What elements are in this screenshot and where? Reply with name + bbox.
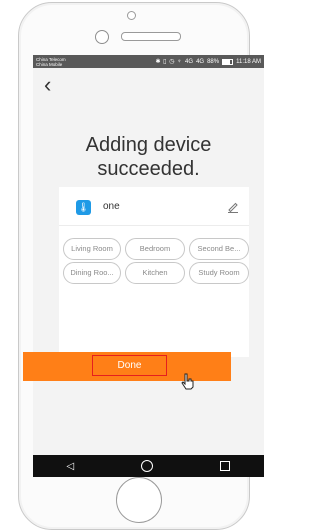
hardware-home-button[interactable] bbox=[116, 477, 162, 523]
status-icons: ✱ ▯ ◷ ♆ 4G 4G 88% 11:18 AM bbox=[155, 58, 261, 65]
speaker-grill-icon bbox=[121, 32, 181, 41]
page-title: Adding device succeeded. bbox=[85, 134, 212, 180]
status-bar: China Telecom China Mobile ✱ ▯ ◷ ♆ 4G 4G… bbox=[33, 55, 264, 68]
app-screen: China Telecom China Mobile ✱ ▯ ◷ ♆ 4G 4G… bbox=[33, 55, 264, 455]
back-chevron-icon[interactable]: ‹ bbox=[44, 74, 51, 96]
network-1: 4G bbox=[185, 58, 194, 65]
room-chip[interactable]: Dining Roo... bbox=[63, 262, 121, 284]
network-2: 4G bbox=[196, 58, 205, 65]
battery-percent: 88% bbox=[207, 58, 220, 65]
room-chip[interactable]: Living Room bbox=[63, 238, 121, 260]
room-chip[interactable]: Second Be... bbox=[189, 238, 249, 260]
thermometer-icon: 🌡 bbox=[76, 200, 91, 215]
nav-home-icon[interactable] bbox=[141, 460, 154, 472]
app-top-bar: ‹ bbox=[33, 68, 264, 100]
front-camera-icon bbox=[95, 30, 109, 44]
room-chip[interactable]: Study Room bbox=[189, 262, 249, 284]
recent-apps-icon[interactable] bbox=[220, 461, 231, 471]
device-name: one bbox=[103, 201, 120, 212]
clock: 11:18 AM bbox=[236, 58, 261, 65]
room-chip[interactable]: Kitchen bbox=[125, 262, 185, 284]
done-button[interactable]: Done bbox=[92, 355, 167, 376]
signal-icons: ✱ ▯ ◷ ♆ bbox=[155, 58, 183, 65]
nav-back-icon[interactable]: ◁ bbox=[67, 461, 75, 472]
carrier-2: China Mobile bbox=[36, 61, 63, 67]
device-row: 🌡 one bbox=[59, 187, 249, 226]
device-card: 🌡 one Living Room Bedroom Second Be... D… bbox=[59, 187, 249, 357]
battery-icon bbox=[222, 58, 234, 65]
carrier-labels: China Telecom China Mobile bbox=[36, 57, 66, 67]
hand-cursor-icon bbox=[181, 373, 194, 390]
pencil-icon[interactable] bbox=[227, 201, 239, 213]
camera-dot-icon bbox=[127, 11, 136, 20]
system-nav-bar: ◁ bbox=[33, 455, 264, 477]
room-chip[interactable]: Bedroom bbox=[125, 238, 185, 260]
